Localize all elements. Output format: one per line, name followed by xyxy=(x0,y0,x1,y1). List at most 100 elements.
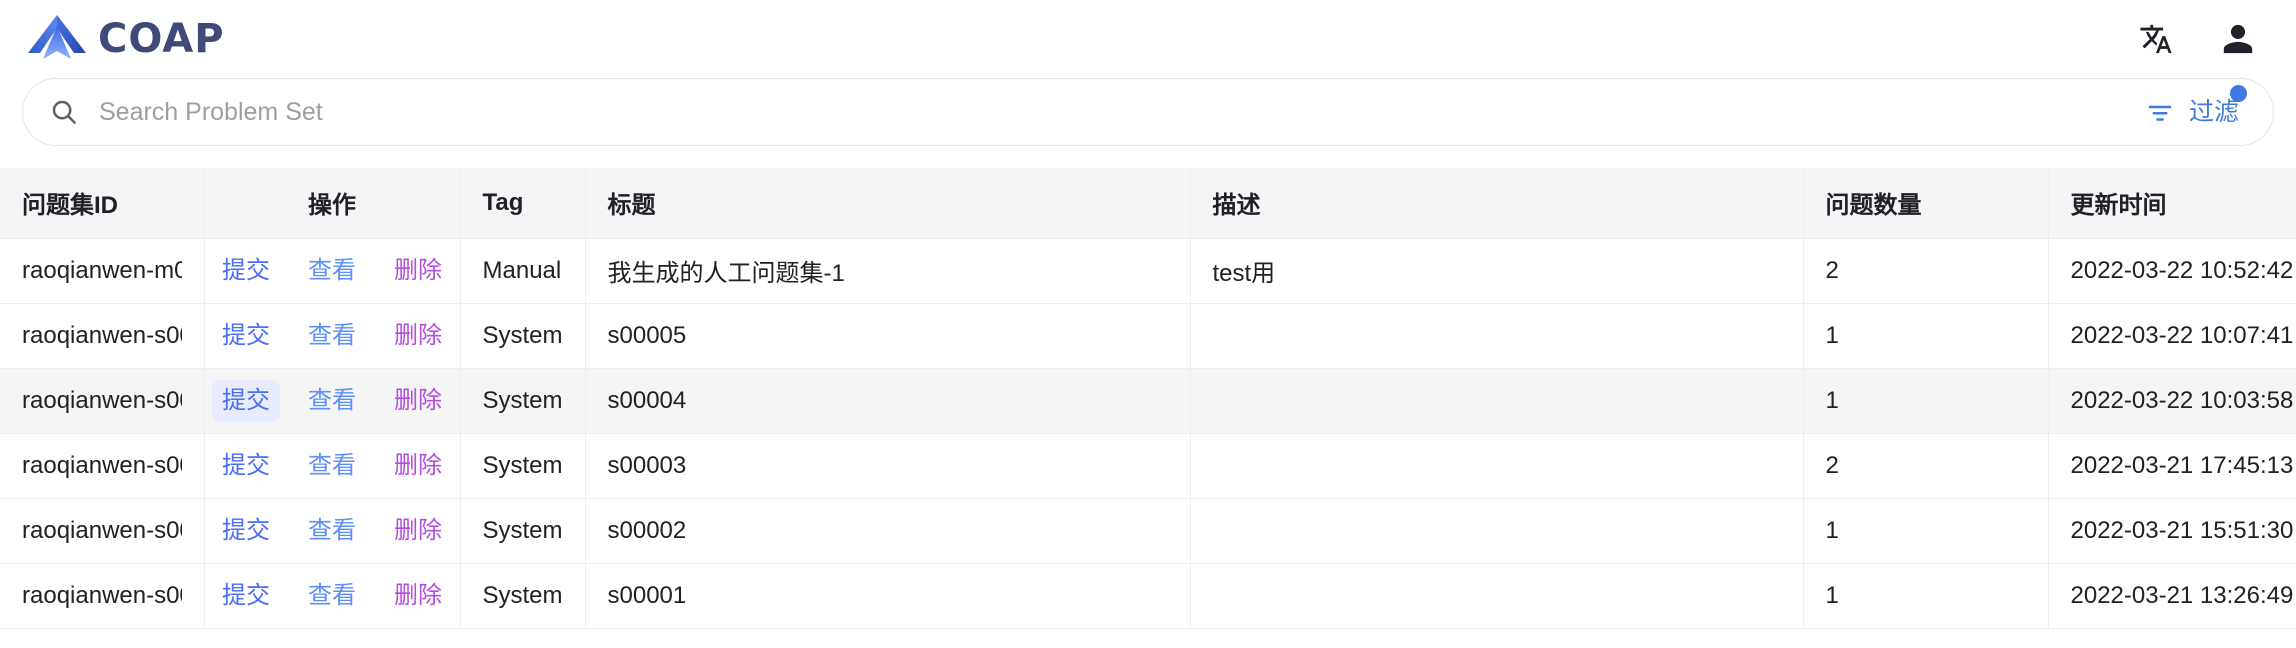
delete-link[interactable]: 删除 xyxy=(384,380,452,422)
table-row[interactable]: raoqianwen-s0000 提交查看删除Systems00001 12022-… xyxy=(0,563,2296,629)
table-header-row: 问题集ID 操作 Tag 标题 描述 问题数量 更新时间 xyxy=(0,168,2296,239)
delete-link[interactable]: 删除 xyxy=(384,575,452,617)
search-bar[interactable]: 过滤 xyxy=(22,78,2274,146)
table-row[interactable]: raoqianwen-s0000 提交查看删除Systems00003 22022-… xyxy=(0,433,2296,499)
table-body: raoqianwen-m0000提交查看删除Manual我生成的人工问题集-1t… xyxy=(0,238,2296,629)
column-header-count[interactable]: 问题数量 xyxy=(1803,168,2049,239)
cell-title: s00003 xyxy=(585,433,1191,499)
cell-problem-set-id: raoqianwen-s0000 xyxy=(0,368,205,434)
brand-name: COAP xyxy=(98,16,225,62)
cell-question-count: 1 xyxy=(1803,563,2049,629)
coap-arrow-logo-icon xyxy=(26,13,88,66)
submit-link[interactable]: 提交 xyxy=(212,250,280,292)
cell-question-count: 1 xyxy=(1803,498,2049,564)
cell-update-time: 2022-03-21 13:26:49 xyxy=(2048,563,2296,629)
filter-badge-dot xyxy=(2230,85,2247,102)
cell-question-count: 1 xyxy=(1803,303,2049,369)
view-link[interactable]: 查看 xyxy=(298,445,366,487)
cell-problem-set-id: raoqianwen-s0000 xyxy=(0,303,205,369)
problem-set-id-text: raoqianwen-s0000 xyxy=(22,451,182,479)
cell-update-time: 2022-03-22 10:07:41 xyxy=(2048,303,2296,369)
cell-title: s00005 xyxy=(585,303,1191,369)
cell-tag: System xyxy=(460,368,586,434)
table-row[interactable]: raoqianwen-m0000 提交查看删除Manual我生成的人工问题集-1t… xyxy=(0,238,2296,304)
delete-link[interactable]: 删除 xyxy=(384,510,452,552)
cell-update-time: 2022-03-21 17:45:13 xyxy=(2048,433,2296,499)
problem-set-id-text: raoqianwen-s0000 xyxy=(22,516,182,544)
cell-description: test用 xyxy=(1190,238,1804,304)
problem-set-id-text: raoqianwen-s0000 xyxy=(22,581,182,609)
view-link[interactable]: 查看 xyxy=(298,315,366,357)
top-bar-actions xyxy=(2134,17,2260,61)
cell-description xyxy=(1190,433,1804,499)
cell-tag: System xyxy=(460,498,586,564)
search-icon xyxy=(49,97,79,127)
problem-set-id-text: raoqianwen-s0000 xyxy=(22,386,182,414)
table-row[interactable]: raoqianwen-s0000 提交查看删除Systems00005 12022-… xyxy=(0,303,2296,369)
submit-link[interactable]: 提交 xyxy=(212,315,280,357)
cell-operations: 提交 查看 删除 xyxy=(204,238,461,304)
filter-label: 过滤 xyxy=(2188,97,2239,126)
cell-tag: System xyxy=(460,433,586,499)
cell-title: s00002 xyxy=(585,498,1191,564)
operations-group: 提交 查看 删除 xyxy=(205,304,460,368)
delete-link[interactable]: 删除 xyxy=(384,445,452,487)
cell-tag: System xyxy=(460,563,586,629)
column-header-time[interactable]: 更新时间 xyxy=(2048,168,2296,239)
cell-description xyxy=(1190,563,1804,629)
cell-operations: 提交 查看 删除 xyxy=(204,498,461,564)
cell-problem-set-id: raoqianwen-m0000 xyxy=(0,238,205,304)
cell-question-count: 2 xyxy=(1803,433,2049,499)
cell-title: 我生成的人工问题集-1 xyxy=(585,238,1191,304)
column-header-ops[interactable]: 操作 xyxy=(204,168,461,239)
cell-title: s00001 xyxy=(585,563,1191,629)
submit-link[interactable]: 提交 xyxy=(212,445,280,487)
view-link[interactable]: 查看 xyxy=(298,380,366,422)
cell-description xyxy=(1190,303,1804,369)
cell-question-count: 1 xyxy=(1803,368,2049,434)
operations-group: 提交 查看 删除 xyxy=(205,369,460,433)
person-icon[interactable] xyxy=(2216,17,2260,61)
operations-group: 提交 查看 删除 xyxy=(205,239,460,303)
cell-problem-set-id: raoqianwen-s0000 xyxy=(0,498,205,564)
cell-tag: Manual xyxy=(460,238,586,304)
table-row[interactable]: raoqianwen-s0000 提交查看删除Systems00004 12022-… xyxy=(0,368,2296,434)
translate-icon[interactable] xyxy=(2134,17,2178,61)
submit-link[interactable]: 提交 xyxy=(212,575,280,617)
view-link[interactable]: 查看 xyxy=(298,510,366,552)
cell-tag: System xyxy=(460,303,586,369)
search-input[interactable] xyxy=(99,97,2145,127)
cell-problem-set-id: raoqianwen-s0000 xyxy=(0,433,205,499)
problem-set-table-container: 问题集ID 操作 Tag 标题 描述 问题数量 更新时间 raoqianwen-… xyxy=(0,168,2296,629)
cell-operations: 提交 查看 删除 xyxy=(204,433,461,499)
cell-operations: 提交 查看 删除 xyxy=(204,303,461,369)
view-link[interactable]: 查看 xyxy=(298,250,366,292)
cell-description xyxy=(1190,368,1804,434)
submit-link[interactable]: 提交 xyxy=(212,379,280,422)
submit-link[interactable]: 提交 xyxy=(212,510,280,552)
top-bar: COAP xyxy=(0,0,2296,78)
column-header-desc[interactable]: 描述 xyxy=(1190,168,1804,239)
cell-operations: 提交 查看 删除 xyxy=(204,368,461,434)
problem-set-id-text: raoqianwen-s0000 xyxy=(22,321,182,349)
table-row[interactable]: raoqianwen-s0000 提交查看删除Systems00002 12022-… xyxy=(0,498,2296,564)
cell-problem-set-id: raoqianwen-s0000 xyxy=(0,563,205,629)
cell-update-time: 2022-03-21 15:51:30 xyxy=(2048,498,2296,564)
cell-update-time: 2022-03-22 10:52:42 xyxy=(2048,238,2296,304)
delete-link[interactable]: 删除 xyxy=(384,250,452,292)
brand-logo[interactable]: COAP xyxy=(26,13,225,66)
column-header-title[interactable]: 标题 xyxy=(585,168,1191,239)
operations-group: 提交 查看 删除 xyxy=(205,499,460,563)
cell-description xyxy=(1190,498,1804,564)
problem-set-table: 问题集ID 操作 Tag 标题 描述 问题数量 更新时间 raoqianwen-… xyxy=(0,168,2296,629)
column-header-id[interactable]: 问题集ID xyxy=(0,168,205,239)
cell-update-time: 2022-03-22 10:03:58 xyxy=(2048,368,2296,434)
table-head: 问题集ID 操作 Tag 标题 描述 问题数量 更新时间 xyxy=(0,168,2296,239)
view-link[interactable]: 查看 xyxy=(298,575,366,617)
search-row: 过滤 xyxy=(0,78,2296,146)
cell-operations: 提交 查看 删除 xyxy=(204,563,461,629)
cell-title: s00004 xyxy=(585,368,1191,434)
delete-link[interactable]: 删除 xyxy=(384,315,452,357)
filter-button[interactable]: 过滤 xyxy=(2145,85,2247,127)
column-header-tag[interactable]: Tag xyxy=(460,168,586,239)
